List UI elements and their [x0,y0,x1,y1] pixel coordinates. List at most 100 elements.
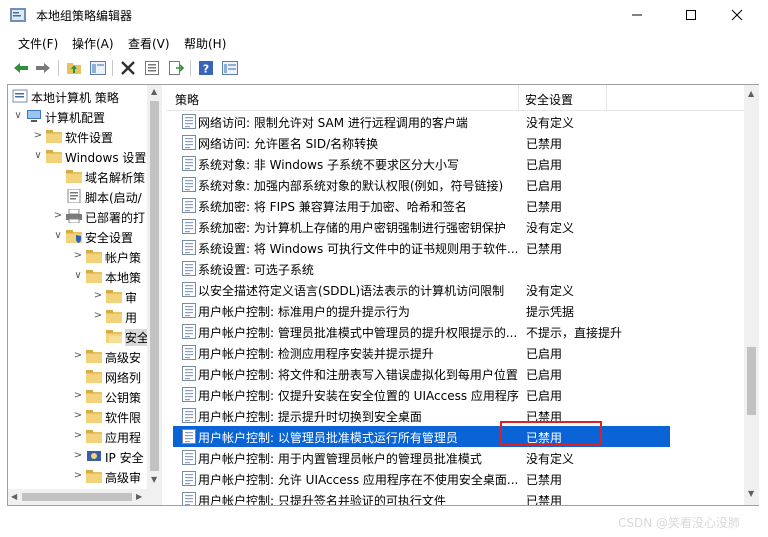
view-button[interactable] [220,58,240,78]
tree-item[interactable]: > 已部署的打 [8,206,161,226]
help-icon: ? [199,61,213,76]
navigation-tree[interactable]: 本地计算机 策略 ∨ 计算机配置 > 软件设置 ∨ Windows 设置 域名解析策脚本(启动… [8,85,162,505]
maximize-button[interactable] [668,0,714,30]
expand-arrow-icon[interactable]: > [72,469,84,483]
tree-item[interactable]: > 审 [8,286,161,306]
list-scroll-thumb[interactable] [747,347,756,415]
expand-arrow-icon[interactable]: > [72,409,84,423]
policy-name: 用户帐户控制: 仅提升安装在安全位置的 UIAccess 应用程序 [198,389,519,403]
scroll-up-arrow-icon[interactable]: ▲ [151,87,157,96]
tree-item[interactable]: > 软件设置 [8,126,161,146]
policy-row[interactable]: 用户帐户控制: 标准用户的提升提示行为 提示凭据 [173,300,671,321]
show-hide-tree-button[interactable] [88,58,108,78]
list-vertical-scrollbar[interactable]: ▲ ▼ [744,85,759,505]
policy-row[interactable]: 网络访问: 限制允许对 SAM 进行远程调用的客户端 没有定义 [173,111,671,132]
policy-name: 用户帐户控制: 管理员批准模式中管理员的提升权限提示的... [198,326,518,340]
menu-view[interactable]: 查看(V) [128,35,170,52]
scroll-left-arrow-icon[interactable]: ◀ [11,492,17,501]
policy-row[interactable]: 用户帐户控制: 管理员批准模式中管理员的提升权限提示的... 不提示，直接提升 [173,321,671,342]
scroll-up-arrow-icon[interactable]: ▲ [748,89,754,98]
forward-button[interactable] [33,58,53,78]
policy-row[interactable]: 用户帐户控制: 用于内置管理员帐户的管理员批准模式 没有定义 [173,447,671,468]
tree-item[interactable]: > 高级审 [8,466,161,486]
expand-arrow-icon[interactable]: > [72,249,84,263]
collapse-arrow-icon[interactable]: ∨ [32,149,44,163]
policy-row[interactable]: 用户帐户控制: 检测应用程序安装并提示提升 已启用 [173,342,671,363]
tree-item[interactable]: > 公钥策 [8,386,161,406]
delete-button[interactable] [118,58,138,78]
tree-vertical-scrollbar[interactable]: ▲ ▼ [147,85,162,489]
collapse-arrow-icon[interactable]: ∨ [12,109,24,123]
expand-arrow-icon[interactable]: > [72,429,84,443]
tree-item[interactable]: > 帐户策 [8,246,161,266]
minimize-button[interactable] [614,0,660,30]
expand-arrow-icon[interactable]: > [72,389,84,403]
security-setting-value: 已启用 [526,347,563,361]
folder-icon [86,410,102,423]
expand-arrow-icon[interactable]: > [52,209,64,223]
tree-item[interactable]: > 用 [8,306,161,326]
tree-scroll-thumb[interactable] [150,101,159,471]
help-button[interactable]: ? [196,58,216,78]
menu-action[interactable]: 操作(A) [72,35,114,52]
tree-item[interactable]: 脚本(启动/ [8,186,161,206]
policy-row[interactable]: 系统加密: 将 FIPS 兼容算法用于加密、哈希和签名 已禁用 [173,195,671,216]
tree-hscroll-thumb[interactable] [22,493,132,501]
policy-row[interactable]: 系统对象: 加强内部系统对象的默认权限(例如，符号链接) 已启用 [173,174,671,195]
policy-name: 系统对象: 加强内部系统对象的默认权限(例如，符号链接) [198,179,504,193]
expand-arrow-icon[interactable]: > [32,129,44,143]
tree-item[interactable]: ∨ 本地策 [8,266,161,286]
security-setting-value: 提示凭据 [526,305,575,319]
policy-row[interactable]: 用户帐户控制: 仅提升安装在安全位置的 UIAccess 应用程序 已启用 [173,384,671,405]
close-button[interactable] [714,0,760,30]
back-button[interactable] [11,58,31,78]
delete-icon [121,61,135,75]
menu-file[interactable]: 文件(F) [18,35,58,52]
column-header-security-setting[interactable]: 安全设置 [525,91,573,108]
tree-item[interactable]: ∨ 计算机配置 [8,106,161,126]
policy-row[interactable]: 网络访问: 允许匿名 SID/名称转换 已禁用 [173,132,671,153]
tree-item[interactable]: > IP 安全 [8,446,161,466]
policy-setting-icon [182,219,196,234]
tree-item-label: 脚本(启动/ [85,191,142,205]
security-setting-value: 已启用 [526,389,563,403]
security-setting-value: 已禁用 [526,473,563,487]
tree-item[interactable]: ∨ Windows 设置 [8,146,161,166]
up-one-level-button[interactable] [64,58,84,78]
menu-help[interactable]: 帮助(H) [184,35,226,52]
policy-row[interactable]: 系统设置: 可选子系统 [173,258,671,279]
policy-row[interactable]: 系统设置: 将 Windows 可执行文件中的证书规则用于软件... 已禁用 [173,237,671,258]
tree-item[interactable]: > 高级安 [8,346,161,366]
tree-item[interactable]: > 应用程 [8,426,161,446]
column-header-policy[interactable]: 策略 [175,91,199,108]
tree-item[interactable]: ∨ 安全设置 [8,226,161,246]
tree-item[interactable]: 安全 [8,326,161,346]
collapse-arrow-icon[interactable]: ∨ [72,269,84,283]
tree-horizontal-scrollbar[interactable]: ◀ ▶ [8,489,162,505]
tree-item[interactable]: 本地计算机 策略 [8,86,161,106]
expand-arrow-icon[interactable]: > [72,449,84,463]
tree-item[interactable]: > 软件限 [8,406,161,426]
policy-setting-icon [182,177,196,192]
policy-row[interactable]: 系统加密: 为计算机上存储的用户密钥强制进行强密钥保护 没有定义 [173,216,671,237]
expand-arrow-icon[interactable]: > [92,289,104,303]
collapse-arrow-icon[interactable]: ∨ [52,229,64,243]
scroll-right-arrow-icon[interactable]: ▶ [136,492,142,501]
tree-item[interactable]: 网络列 [8,366,161,386]
policy-row[interactable]: 以安全描述符定义语言(SDDL)语法表示的计算机访问限制 没有定义 [173,279,671,300]
policy-setting-icon [182,492,196,505]
policy-row[interactable]: 系统对象: 非 Windows 子系统不要求区分大小写 已启用 [173,153,671,174]
properties-icon [145,61,159,75]
policy-row[interactable]: 用户帐户控制: 只提升签名并验证的可执行文件 已禁用 [173,489,671,505]
tree-item[interactable]: 域名解析策 [8,166,161,186]
expand-arrow-icon[interactable]: > [72,349,84,363]
properties-button[interactable] [142,58,162,78]
column-divider[interactable] [606,85,607,111]
scroll-down-arrow-icon[interactable]: ▼ [151,475,157,484]
policy-row[interactable]: 用户帐户控制: 将文件和注册表写入错误虚拟化到每用户位置 已启用 [173,363,671,384]
scroll-down-arrow-icon[interactable]: ▼ [748,489,754,498]
export-list-button[interactable] [166,58,186,78]
expand-arrow-icon[interactable]: > [92,309,104,323]
column-divider[interactable] [518,85,519,111]
policy-row[interactable]: 用户帐户控制: 允许 UIAccess 应用程序在不使用安全桌面... 已禁用 [173,468,671,489]
